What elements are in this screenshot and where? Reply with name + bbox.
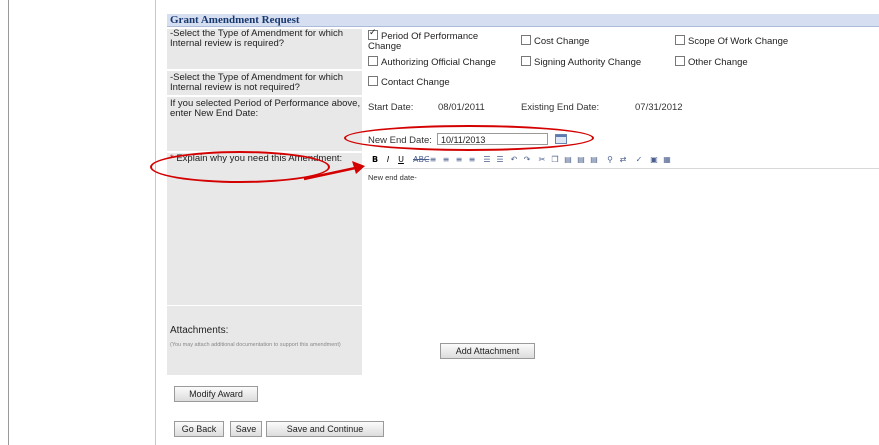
annotation-arrow: [303, 161, 365, 181]
arrow-line: [303, 165, 361, 181]
